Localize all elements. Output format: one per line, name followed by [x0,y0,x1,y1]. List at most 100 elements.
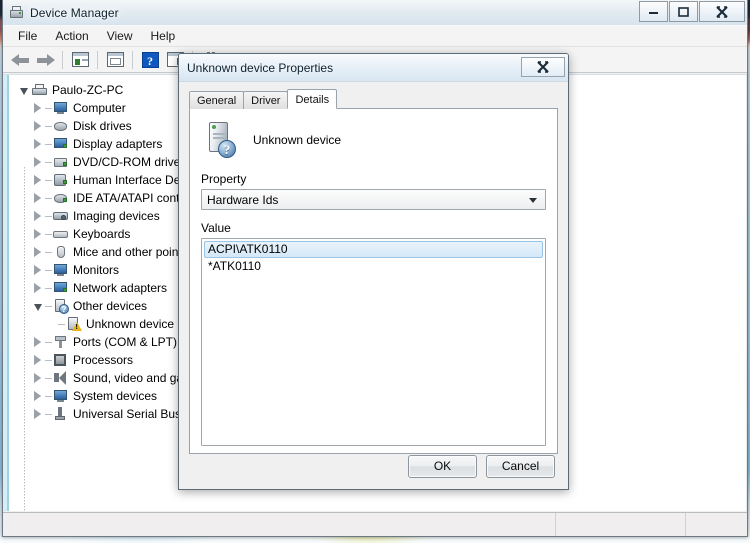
usb-controller-icon [52,406,69,422]
tree-dash [45,377,52,379]
tree-dash [45,233,52,235]
mouse-icon [52,244,69,260]
tree-dash [45,197,52,199]
tab-driver[interactable]: Driver [243,91,289,109]
tree-dash [45,395,52,397]
computer-root-icon [31,82,48,98]
property-dropdown[interactable]: Hardware Ids [201,189,546,210]
list-item[interactable]: ACPI\ATK0110 [204,241,543,258]
tree-dash [58,323,65,325]
tree-dash [45,269,52,271]
expander-imaging-devices[interactable] [31,207,45,225]
tree-node-label: Other devices [73,299,148,313]
tree-node-label: Keyboards [73,227,131,241]
disk-drive-icon [52,118,69,134]
question-mark-badge-icon: ? [218,140,236,158]
value-label: Value [201,221,231,235]
arrow-right-icon [36,53,55,67]
tree-node-label: System devices [73,389,158,403]
sound-device-icon [52,370,69,386]
window-title: Device Manager [30,5,119,20]
minimize-button[interactable] [639,1,668,22]
tree-node-label: IDE ATA/ATAPI contro [73,191,191,205]
tree-node-label: Paulo-ZC-PC [52,83,124,97]
device-header: ? Unknown device [201,119,546,161]
expander-dvd-cdrom-drives[interactable] [31,153,45,171]
expander-display-adapters[interactable] [31,135,45,153]
tab-general[interactable]: General [189,91,245,109]
details-tab-panel: ? Unknown device Property Hardware Ids V… [189,108,558,454]
tree-node-label: Disk drives [73,119,132,133]
tree-dash [45,215,52,217]
window-titlebar[interactable]: Device Manager [3,0,747,26]
back-button[interactable] [8,49,32,71]
processor-icon [52,352,69,368]
expander-sound-devices[interactable] [31,369,45,387]
expander-computer[interactable] [31,99,45,117]
unknown-device-icon: ? [205,121,239,159]
tree-node-label: Monitors [73,263,120,277]
ok-button[interactable]: OK [408,454,477,478]
ide-controller-icon [52,190,69,206]
statusbar-segment-main [3,513,555,536]
menu-action[interactable]: Action [46,27,97,45]
tree-node-label: Ports (COM & LPT) [73,335,178,349]
tree-node-label: Human Interface Devic [73,173,196,187]
tree-node-label: Mice and other pointin [73,245,192,259]
expander-processors[interactable] [31,351,45,369]
imaging-device-icon [52,208,69,224]
menu-file[interactable]: File [9,27,46,45]
dialog-titlebar[interactable]: Unknown device Properties [179,54,568,82]
statusbar-segment-3 [685,513,747,536]
tree-node-label: Network adapters [73,281,168,295]
dialog-title: Unknown device Properties [187,60,334,75]
tree-dash [45,143,52,145]
expander-ide-controllers[interactable] [31,189,45,207]
expander-usb-controllers[interactable] [31,405,45,423]
chevron-down-icon [529,198,537,203]
menu-view[interactable]: View [98,27,142,45]
expander-disk-drives[interactable] [31,117,45,135]
expander-monitors[interactable] [31,261,45,279]
property-selected-value: Hardware Ids [207,192,279,207]
statusbar [3,512,747,536]
help-icon: ? [141,51,159,68]
tab-details[interactable]: Details [287,89,338,109]
show-hide-console-tree-button[interactable] [68,49,92,71]
expander-network-adapters[interactable] [31,279,45,297]
console-tree-icon [71,52,89,67]
tree-node-label: Display adapters [73,137,163,151]
dialog-close-button[interactable] [521,57,565,77]
menu-help[interactable]: Help [142,27,185,45]
close-button[interactable] [699,1,745,22]
expander-ports[interactable] [31,333,45,351]
network-adapter-icon [52,280,69,296]
unknown-device-warning-icon [65,316,82,332]
expander-root[interactable] [17,81,31,99]
list-item[interactable]: *ATK0110 [204,258,543,274]
expander-other-devices[interactable] [31,297,45,315]
display-adapter-icon [52,136,69,152]
menubar: File Action View Help [3,26,747,47]
value-listbox[interactable]: ACPI\ATK0110 *ATK0110 [201,238,546,446]
properties-button[interactable] [103,49,127,71]
tree-node-label: Sound, video and gam [73,371,194,385]
caption-buttons [639,1,745,22]
tree-dash [45,125,52,127]
tree-dash [45,305,52,307]
help-button[interactable]: ? [138,49,162,71]
expander-mice[interactable] [31,243,45,261]
expander-keyboards[interactable] [31,225,45,243]
cancel-button[interactable]: Cancel [486,454,555,478]
forward-button[interactable] [33,49,57,71]
keyboard-icon [52,226,69,242]
maximize-button[interactable] [669,1,698,22]
tree-dash [45,251,52,253]
expander-system-devices[interactable] [31,387,45,405]
unknown-device-properties-dialog: Unknown device Properties General Driver… [178,53,569,490]
arrow-left-icon [10,53,30,67]
toolbar-separator-3 [132,50,133,69]
expander-human-interface-devices[interactable] [31,171,45,189]
property-label: Property [201,172,247,186]
tree-node-label: Processors [73,353,134,367]
